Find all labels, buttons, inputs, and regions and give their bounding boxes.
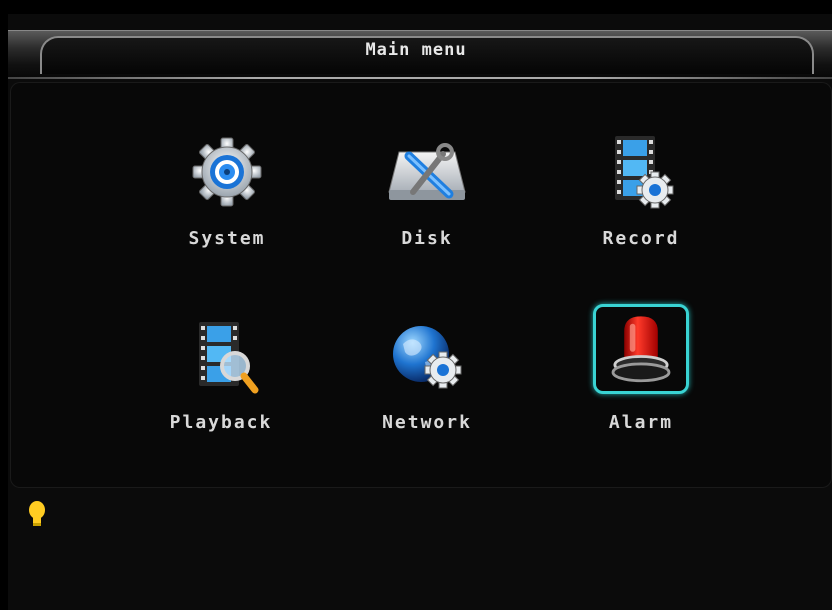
menu-item-label: System bbox=[188, 228, 266, 249]
icon-frame bbox=[379, 128, 475, 218]
window-title: Main menu bbox=[365, 40, 467, 60]
main-menu-panel: System Disk Record Playback Network Alar… bbox=[10, 82, 832, 488]
menu-item-label: Playback bbox=[169, 412, 273, 433]
menu-item-playback[interactable]: Playback bbox=[136, 314, 306, 474]
menu-item-alarm[interactable]: Alarm bbox=[556, 304, 726, 464]
title-divider bbox=[8, 77, 832, 79]
film-gear-icon bbox=[615, 136, 674, 209]
icon-frame bbox=[593, 128, 689, 218]
gear-icon bbox=[192, 137, 262, 207]
disk-tools-icon bbox=[388, 143, 466, 200]
menu-item-label: Record bbox=[602, 228, 680, 249]
menu-item-label: Network bbox=[382, 412, 472, 433]
status-bar bbox=[10, 494, 832, 538]
alarm-beacon-icon bbox=[611, 316, 671, 383]
icon-frame bbox=[179, 128, 275, 218]
lightbulb-icon bbox=[29, 501, 45, 526]
dvr-screen: Main menu System Disk Record Playback Ne… bbox=[0, 0, 832, 610]
menu-item-system[interactable]: System bbox=[142, 128, 312, 288]
icon-frame bbox=[173, 314, 269, 404]
icon-frame bbox=[379, 314, 475, 404]
film-magnifier-icon bbox=[199, 322, 259, 394]
menu-item-disk[interactable]: Disk bbox=[342, 128, 512, 288]
menu-item-label: Alarm bbox=[608, 412, 674, 433]
selection-highlight bbox=[593, 304, 689, 394]
menu-item-record[interactable]: Record bbox=[556, 128, 726, 288]
menu-item-label: Disk bbox=[401, 228, 453, 249]
menu-item-network[interactable]: Network bbox=[342, 314, 512, 474]
globe-gear-icon bbox=[393, 326, 462, 389]
